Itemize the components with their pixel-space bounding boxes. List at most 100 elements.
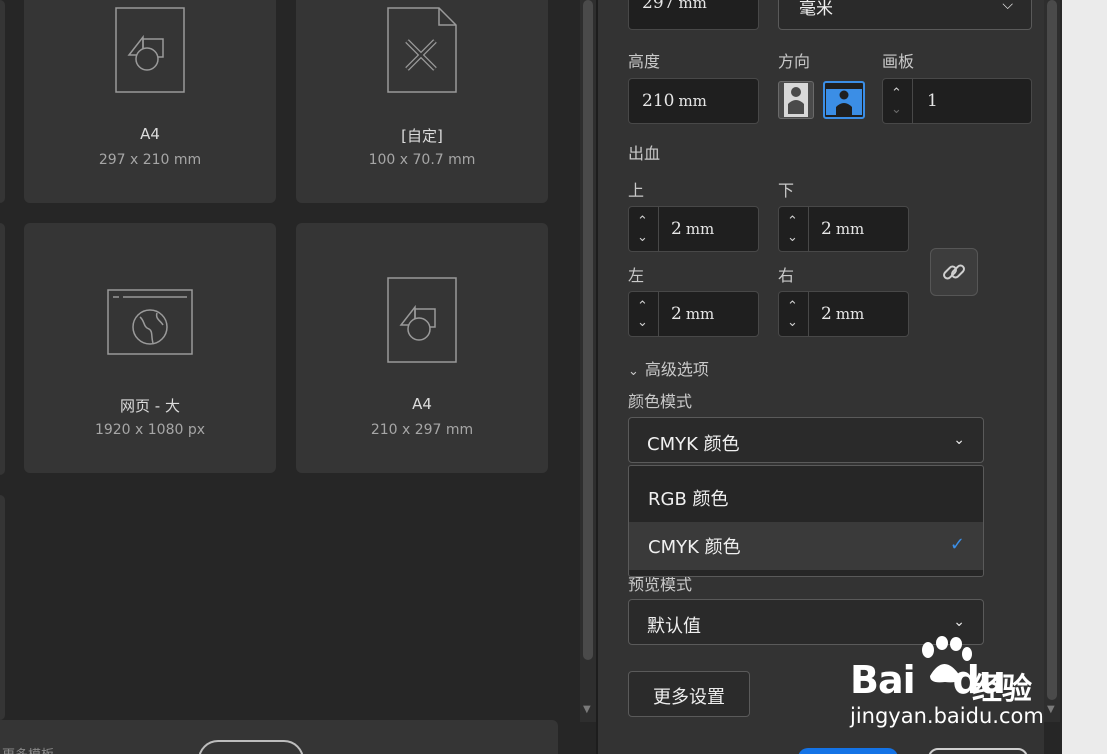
bleed-right-unit: mm [835, 305, 865, 323]
artboards-field[interactable]: ⌃ ⌄ 1 [882, 78, 1032, 124]
landscape-person-icon [826, 89, 862, 115]
portrait-person-icon [784, 83, 808, 117]
advanced-options-toggle[interactable]: ⌄ 高级选项 [628, 356, 709, 380]
chevron-up-icon[interactable]: ⌃ [787, 300, 798, 313]
link-bleed-button[interactable] [930, 248, 978, 296]
template-card-custom[interactable]: [自定] 100 x 70.7 mm [296, 0, 548, 203]
template-name: [自定] [401, 127, 443, 145]
shapes-page-icon [24, 7, 276, 93]
bleed-left-unit: mm [685, 305, 715, 323]
template-size: 210 x 297 mm [370, 422, 474, 438]
template-card-partial[interactable] [0, 0, 5, 203]
height-field[interactable]: 210 mm [628, 78, 759, 124]
bleed-top-unit: mm [685, 220, 715, 238]
bleed-right-field[interactable]: ⌃ ⌄ 2 mm [778, 291, 909, 337]
chevron-down-icon[interactable]: ⌄ [637, 231, 648, 244]
landscape-orientation-button[interactable] [823, 81, 865, 119]
orientation-label: 方向 [778, 52, 811, 71]
bleed-top-value: 2 [671, 219, 682, 239]
chevron-up-icon[interactable]: ⌃ [637, 300, 648, 313]
bleed-left-value: 2 [671, 304, 682, 324]
chevron-up-icon[interactable]: ⌃ [891, 87, 902, 100]
bleed-bottom-unit: mm [835, 220, 865, 238]
chevron-down-icon[interactable]: ⌄ [891, 103, 902, 116]
chevron-up-icon[interactable]: ⌃ [637, 215, 648, 228]
preview-mode-value: 默认值 [647, 616, 701, 637]
baidu-jingyan-watermark: Bai du 经验 jingyan.baidu.com [846, 634, 1046, 730]
chevron-down-icon: ⌄ [628, 364, 639, 379]
chevron-down-icon[interactable]: ⌄ [637, 316, 648, 329]
units-select[interactable]: 毫米 ⌵ [778, 0, 1032, 30]
watermark-brand-cn: 经验 [972, 672, 1032, 707]
template-card-a4-portrait[interactable]: A4 210 x 297 mm [296, 223, 548, 473]
custom-page-pencil-ruler-icon [296, 7, 548, 93]
chevron-up-icon[interactable]: ⌃ [787, 215, 798, 228]
advanced-options-label: 高级选项 [644, 360, 709, 379]
bleed-bottom-stepper[interactable]: ⌃ ⌄ [779, 207, 809, 251]
chevron-down-icon[interactable]: ⌄ [787, 316, 798, 329]
more-templates-hint: 更多模板 [2, 744, 54, 754]
more-templates-bar: 更多模板 前往 [0, 720, 558, 754]
desktop-background [1062, 0, 1107, 754]
width-unit: mm [678, 0, 707, 12]
bleed-top-stepper[interactable]: ⌃ ⌄ [629, 207, 659, 251]
go-button[interactable]: 前往 [198, 740, 304, 754]
artboards-label: 画板 [882, 52, 915, 71]
color-mode-select[interactable]: CMYK 颜色 ⌄ [628, 417, 984, 463]
scroll-down-icon[interactable]: ▼ [583, 704, 591, 715]
settings-scrollbar[interactable]: ▼ [1044, 0, 1060, 722]
template-name: 网页 - 大 [120, 397, 180, 415]
width-value: 297 [642, 0, 675, 13]
bleed-top-field[interactable]: ⌃ ⌄ 2 mm [628, 206, 759, 252]
template-name: A4 [140, 125, 160, 143]
color-mode-option-label: CMYK 颜色 [648, 537, 741, 558]
checkmark-icon: ✓ [949, 534, 965, 555]
portrait-orientation-button[interactable] [778, 81, 814, 119]
bleed-right-label: 右 [778, 266, 795, 285]
bleed-label: 出血 [628, 144, 661, 163]
close-button[interactable] [928, 748, 1028, 754]
template-card-partial[interactable] [0, 223, 5, 475]
web-globe-icon [24, 289, 276, 355]
height-unit: mm [678, 92, 707, 110]
template-card-web-large[interactable]: 网页 - 大 1920 x 1080 px [24, 223, 276, 473]
color-mode-label: 颜色模式 [628, 392, 693, 411]
template-scrollbar[interactable]: ▼ [580, 0, 596, 722]
width-field[interactable]: 297 mm [628, 0, 759, 30]
bleed-left-field[interactable]: ⌃ ⌄ 2 mm [628, 291, 759, 337]
chevron-down-icon: ⌄ [953, 614, 965, 630]
bleed-bottom-value: 2 [821, 219, 832, 239]
bleed-left-stepper[interactable]: ⌃ ⌄ [629, 292, 659, 336]
bleed-right-value: 2 [821, 304, 832, 324]
color-mode-value: CMYK 颜色 [647, 434, 740, 455]
link-chain-icon [943, 264, 965, 280]
template-size: 297 x 210 mm [98, 152, 202, 168]
template-size: 100 x 70.7 mm [368, 152, 476, 168]
scrollbar-thumb[interactable] [1047, 0, 1057, 700]
bleed-top-label: 上 [628, 181, 645, 200]
more-settings-button[interactable]: 更多设置 [628, 671, 750, 717]
color-mode-dropdown: RGB 颜色 CMYK 颜色 ✓ [628, 465, 984, 577]
template-card-a4-landscape[interactable]: A4 297 x 210 mm [24, 0, 276, 203]
artboards-stepper[interactable]: ⌃ ⌄ [883, 79, 913, 123]
bleed-right-stepper[interactable]: ⌃ ⌄ [779, 292, 809, 336]
scroll-down-icon[interactable]: ▼ [1047, 704, 1055, 715]
chevron-down-icon: ⌄ [953, 432, 965, 448]
scrollbar-thumb[interactable] [583, 0, 593, 660]
color-mode-option-rgb[interactable]: RGB 颜色 [629, 474, 983, 522]
template-size: 1920 x 1080 px [94, 422, 206, 438]
bleed-left-label: 左 [628, 266, 645, 285]
template-card-partial[interactable] [0, 495, 5, 720]
create-button[interactable] [798, 748, 898, 754]
template-gallery: A4 297 x 210 mm [自定] 100 x 70.7 mm 网页 - … [0, 0, 580, 754]
bleed-bottom-field[interactable]: ⌃ ⌄ 2 mm [778, 206, 909, 252]
units-value: 毫米 [799, 0, 833, 19]
template-name: A4 [412, 395, 432, 413]
bleed-bottom-label: 下 [778, 181, 795, 200]
height-value: 210 [642, 91, 675, 111]
shapes-page-icon [296, 277, 548, 363]
artboards-value: 1 [927, 91, 938, 111]
watermark-url: jingyan.baidu.com [850, 704, 1044, 728]
color-mode-option-cmyk[interactable]: CMYK 颜色 ✓ [629, 522, 983, 570]
chevron-down-icon[interactable]: ⌄ [787, 231, 798, 244]
